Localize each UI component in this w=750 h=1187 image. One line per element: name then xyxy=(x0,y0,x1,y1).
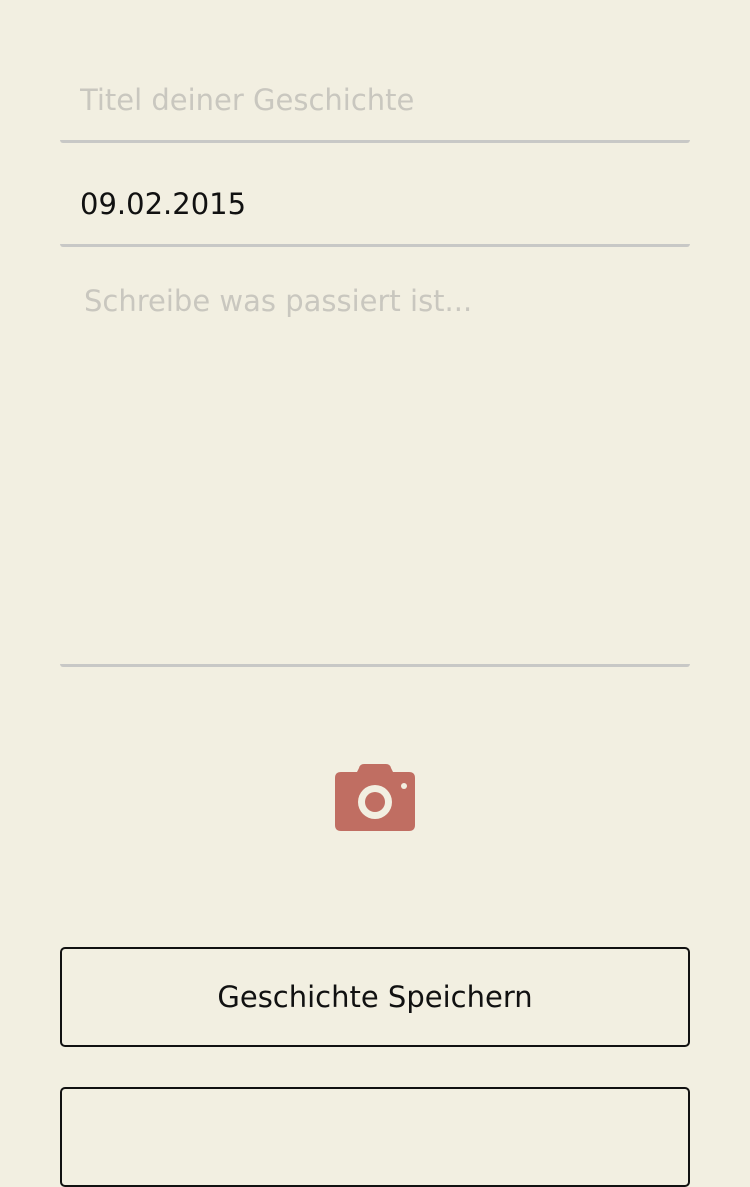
date-input[interactable] xyxy=(60,164,690,247)
camera-button[interactable] xyxy=(333,764,417,834)
title-input[interactable] xyxy=(60,60,690,143)
camera-icon xyxy=(335,764,415,831)
story-textarea[interactable] xyxy=(60,268,690,667)
save-story-button[interactable]: Geschichte Speichern xyxy=(60,947,690,1047)
secondary-button[interactable] xyxy=(60,1087,690,1187)
